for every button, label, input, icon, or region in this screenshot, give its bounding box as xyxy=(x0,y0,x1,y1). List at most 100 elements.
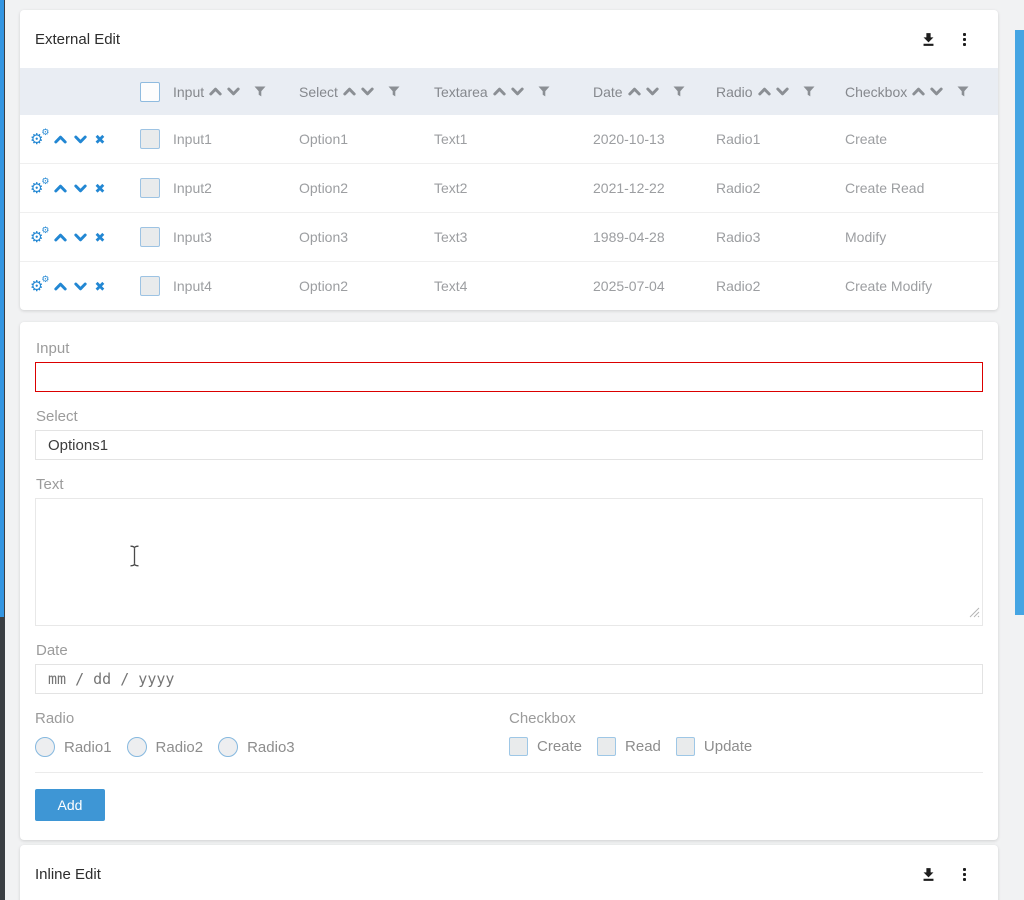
sort-asc-icon[interactable] xyxy=(54,282,67,291)
text-label: Text xyxy=(36,476,983,493)
filter-icon[interactable] xyxy=(957,86,969,97)
right-scrollbar-thumb[interactable] xyxy=(1015,30,1024,615)
settings-gears-icon[interactable]: ⚙⚙ xyxy=(30,181,43,196)
date-field[interactable] xyxy=(35,664,983,694)
radio-button[interactable] xyxy=(218,737,238,757)
sort-asc-icon[interactable] xyxy=(493,87,506,96)
kebab-menu-icon[interactable] xyxy=(963,868,966,881)
page: External Edit InputSelectTextareaDateRad… xyxy=(0,0,1024,900)
external-edit-header: External Edit xyxy=(20,10,998,68)
move-up-icon[interactable] xyxy=(54,233,67,242)
filter-icon[interactable] xyxy=(803,86,815,97)
delete-icon[interactable]: ✖ xyxy=(94,231,105,244)
column-label: Radio xyxy=(716,84,753,100)
download-icon[interactable] xyxy=(920,31,937,48)
filter-button[interactable] xyxy=(673,86,685,97)
row-select-cell xyxy=(120,178,173,198)
column-label: Textarea xyxy=(434,84,488,100)
move-down-icon[interactable] xyxy=(74,135,87,144)
move-up-icon[interactable] xyxy=(54,184,67,193)
sort-asc-icon[interactable] xyxy=(54,233,67,242)
filter-button[interactable] xyxy=(538,86,550,97)
radio-button[interactable] xyxy=(35,737,55,757)
row-checkbox[interactable] xyxy=(140,276,160,296)
radio-group: Radio Radio1 Radio2 Radio3 xyxy=(35,710,509,757)
checkbox[interactable] xyxy=(597,737,616,756)
table-row: ⚙⚙✖Input4Option2Text42025-07-04Radio2Cre… xyxy=(20,262,998,310)
checkbox[interactable] xyxy=(676,737,695,756)
radio-option-label: Radio1 xyxy=(64,739,112,756)
sort-desc-icon[interactable] xyxy=(646,87,659,96)
sort-asc-icon[interactable] xyxy=(912,87,925,96)
text-textarea[interactable] xyxy=(35,498,983,626)
sort-asc-icon[interactable] xyxy=(209,87,222,96)
sort-desc-icon[interactable] xyxy=(227,87,240,96)
settings-gears-icon[interactable]: ⚙⚙ xyxy=(30,279,43,294)
sort-desc-icon[interactable] xyxy=(511,87,524,96)
input-label: Input xyxy=(36,340,983,357)
radio-group-label: Radio xyxy=(35,710,509,727)
delete-icon[interactable]: ✖ xyxy=(94,280,105,293)
filter-button[interactable] xyxy=(254,86,266,97)
move-up-icon[interactable] xyxy=(54,135,67,144)
input-field[interactable] xyxy=(35,362,983,392)
select-field[interactable]: Options1 xyxy=(35,430,983,460)
radio-option-radio3: Radio3 xyxy=(218,737,295,757)
move-down-icon[interactable] xyxy=(74,184,87,193)
table-body: ⚙⚙✖Input1Option1Text12020-10-13Radio1Cre… xyxy=(20,115,998,310)
select-value: Options1 xyxy=(48,437,108,454)
move-down-icon[interactable] xyxy=(74,233,87,242)
filter-icon[interactable] xyxy=(673,86,685,97)
sort-desc-icon[interactable] xyxy=(74,135,87,144)
filter-button[interactable] xyxy=(388,86,400,97)
row-select-cell xyxy=(120,227,173,247)
row-checkbox[interactable] xyxy=(140,129,160,149)
column-header-select: Select xyxy=(299,84,434,100)
sort-asc-icon[interactable] xyxy=(343,87,356,96)
delete-icon[interactable]: ✖ xyxy=(94,182,105,195)
cell-date: 2020-10-13 xyxy=(593,131,716,147)
sort-asc-icon[interactable] xyxy=(54,184,67,193)
move-down-icon[interactable] xyxy=(74,282,87,291)
ibeam-cursor-icon xyxy=(129,545,140,572)
left-scrollbar-track[interactable] xyxy=(0,0,5,900)
left-scrollbar-thumb[interactable] xyxy=(0,0,4,617)
cell-checkbox: Modify xyxy=(845,229,998,245)
sort-asc-icon[interactable] xyxy=(758,87,771,96)
column-header-radio: Radio xyxy=(716,84,845,100)
sort-desc-icon[interactable] xyxy=(74,233,87,242)
radio-option-radio1: Radio1 xyxy=(35,737,112,757)
filter-icon[interactable] xyxy=(538,86,550,97)
sort-asc-icon[interactable] xyxy=(628,87,641,96)
checkbox[interactable] xyxy=(509,737,528,756)
row-checkbox[interactable] xyxy=(140,178,160,198)
kebab-menu-icon[interactable] xyxy=(963,33,966,46)
row-checkbox[interactable] xyxy=(140,227,160,247)
cell-checkbox: Create Read xyxy=(845,180,998,196)
filter-icon[interactable] xyxy=(388,86,400,97)
sort-desc-icon[interactable] xyxy=(74,184,87,193)
cell-textarea: Text3 xyxy=(434,229,593,245)
radio-button[interactable] xyxy=(127,737,147,757)
table-row: ⚙⚙✖Input1Option1Text12020-10-13Radio1Cre… xyxy=(20,115,998,164)
settings-gears-icon[interactable]: ⚙⚙ xyxy=(30,230,43,245)
sort-desc-icon[interactable] xyxy=(361,87,374,96)
move-up-icon[interactable] xyxy=(54,282,67,291)
filter-button[interactable] xyxy=(803,86,815,97)
select-all-checkbox[interactable] xyxy=(140,82,160,102)
sort-asc-icon[interactable] xyxy=(54,135,67,144)
right-scrollbar-track[interactable] xyxy=(1014,0,1024,900)
resize-grip-icon[interactable] xyxy=(968,605,980,623)
row-select-cell xyxy=(120,129,173,149)
radio-option-label: Radio2 xyxy=(156,739,204,756)
sort-desc-icon[interactable] xyxy=(776,87,789,96)
sort-desc-icon[interactable] xyxy=(74,282,87,291)
filter-icon[interactable] xyxy=(254,86,266,97)
column-header-date: Date xyxy=(593,84,716,100)
filter-button[interactable] xyxy=(957,86,969,97)
settings-gears-icon[interactable]: ⚙⚙ xyxy=(30,132,43,147)
add-button[interactable]: Add xyxy=(35,789,105,821)
delete-icon[interactable]: ✖ xyxy=(94,133,105,146)
sort-desc-icon[interactable] xyxy=(930,87,943,96)
download-icon[interactable] xyxy=(920,866,937,883)
